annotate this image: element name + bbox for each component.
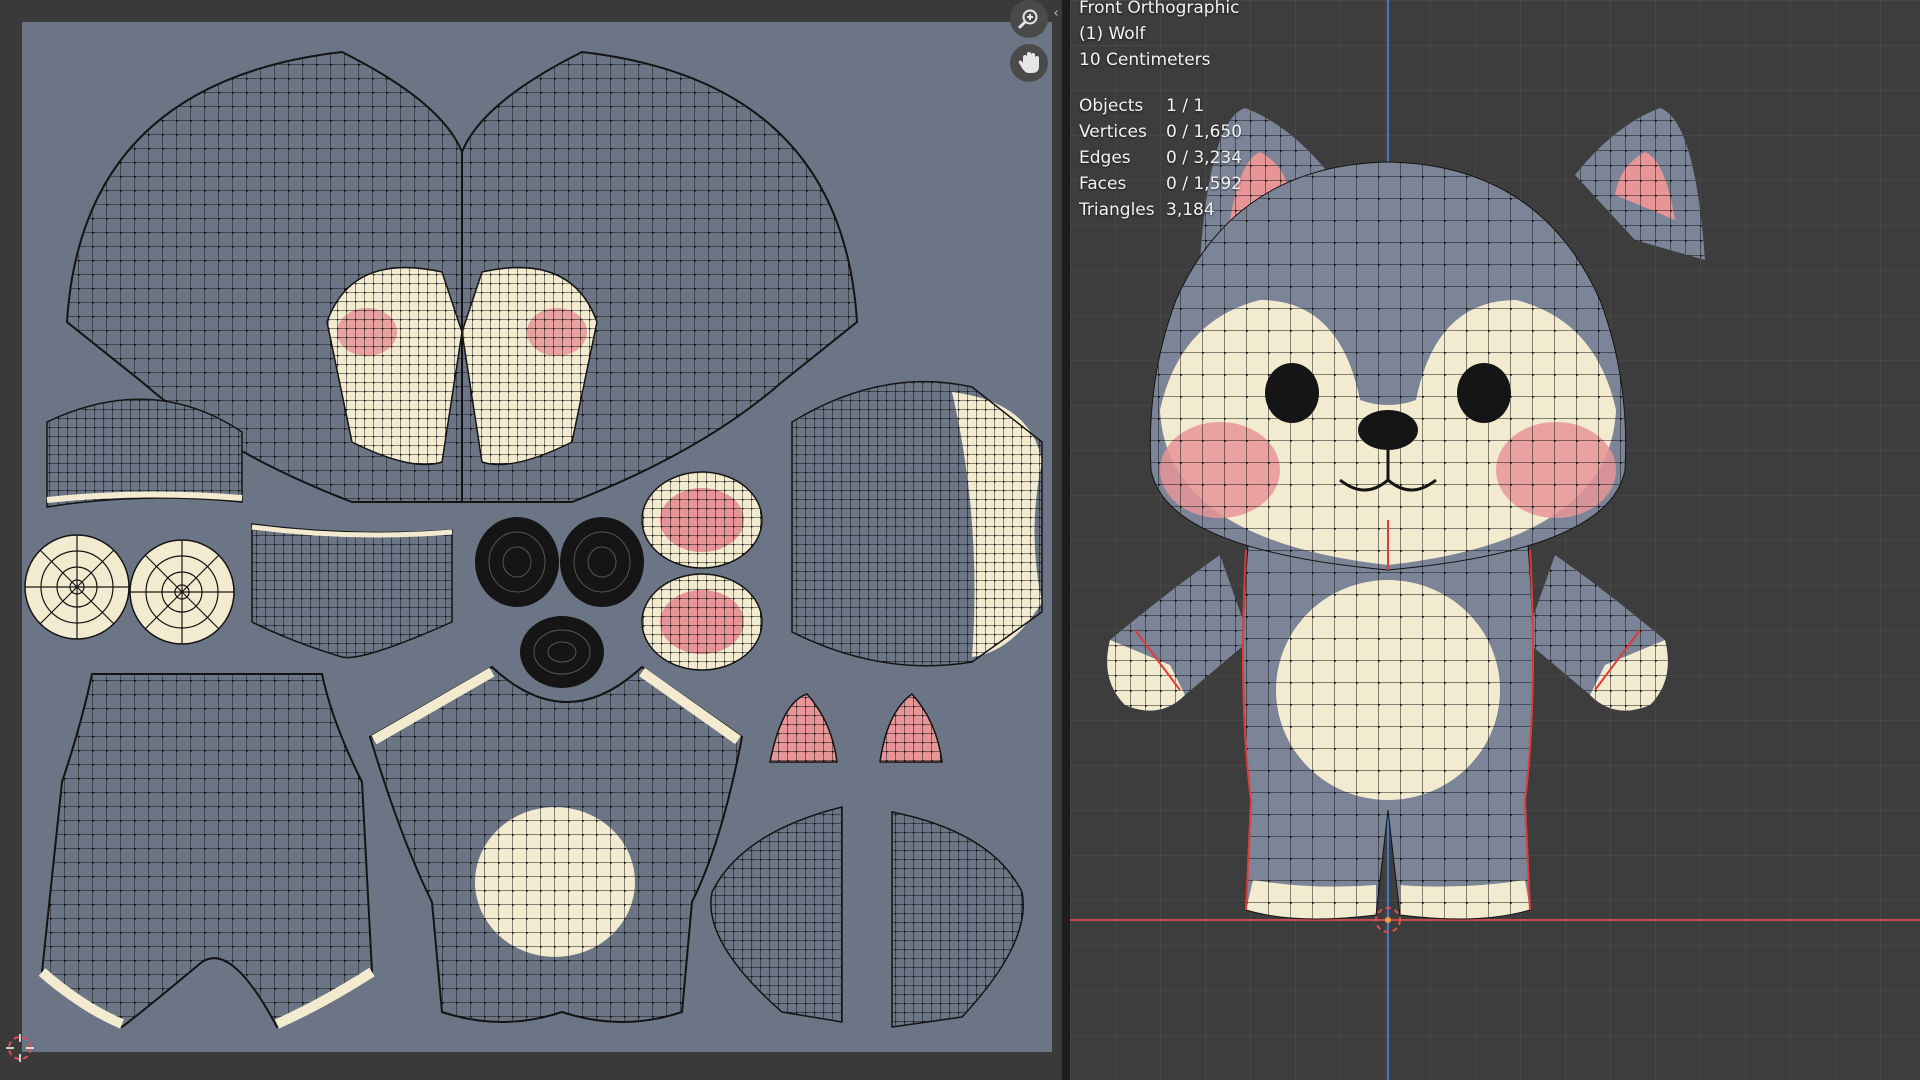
stat-label: Edges bbox=[1079, 148, 1131, 168]
uv-layout bbox=[24, 50, 1043, 1029]
hand-icon bbox=[1018, 52, 1039, 73]
zoom-in-icon bbox=[1018, 9, 1038, 29]
uv-island-eye-discs bbox=[24, 534, 235, 645]
uv-island-eyes-nose bbox=[475, 517, 644, 688]
stat-row-triangles: Triangles 3,184 bbox=[1079, 197, 1242, 223]
uv-island-strip-mid bbox=[251, 523, 453, 659]
uv-island-ears bbox=[769, 692, 943, 763]
2d-cursor-icon[interactable] bbox=[4, 1032, 36, 1064]
stat-value: 3,184 bbox=[1166, 200, 1215, 220]
uv-texture-canvas[interactable] bbox=[22, 22, 1052, 1052]
uv-editor[interactable] bbox=[0, 0, 1062, 1080]
uv-island-strip-left bbox=[46, 398, 243, 508]
uv-island-cheeks bbox=[641, 471, 763, 671]
stat-label: Objects bbox=[1079, 96, 1144, 116]
stat-row-objects: Objects 1 / 1 bbox=[1079, 93, 1242, 119]
grid-scale: 10 Centimeters bbox=[1079, 50, 1211, 70]
stat-label: Triangles bbox=[1079, 200, 1155, 220]
stat-value: 0 / 3,234 bbox=[1166, 148, 1243, 168]
view-name: Front Orthographic bbox=[1079, 0, 1240, 18]
uv-island-feet bbox=[710, 806, 1024, 1028]
stat-value: 0 / 1,650 bbox=[1166, 122, 1243, 142]
stat-label: Faces bbox=[1079, 174, 1127, 194]
stat-row-edges: Edges 0 / 3,234 bbox=[1079, 145, 1242, 171]
stat-row-vertices: Vertices 0 / 1,650 bbox=[1079, 119, 1242, 145]
stat-row-faces: Faces 0 / 1,592 bbox=[1079, 171, 1242, 197]
stat-label: Vertices bbox=[1079, 122, 1147, 142]
area-divider[interactable] bbox=[1062, 0, 1070, 1080]
stat-value: 0 / 1,592 bbox=[1166, 174, 1243, 194]
uv-island-body-center bbox=[368, 665, 744, 1023]
uv-island-body-left bbox=[38, 673, 375, 1029]
pan-button[interactable] bbox=[1010, 44, 1048, 82]
zoom-button[interactable] bbox=[1010, 0, 1048, 38]
statistics-overlay: Objects 1 / 1 Vertices 0 / 1,650 Edges 0… bbox=[1079, 93, 1242, 223]
object-name: (1) Wolf bbox=[1079, 24, 1146, 44]
stat-value: 1 / 1 bbox=[1166, 96, 1205, 116]
uv-island-side-right bbox=[791, 380, 1043, 667]
